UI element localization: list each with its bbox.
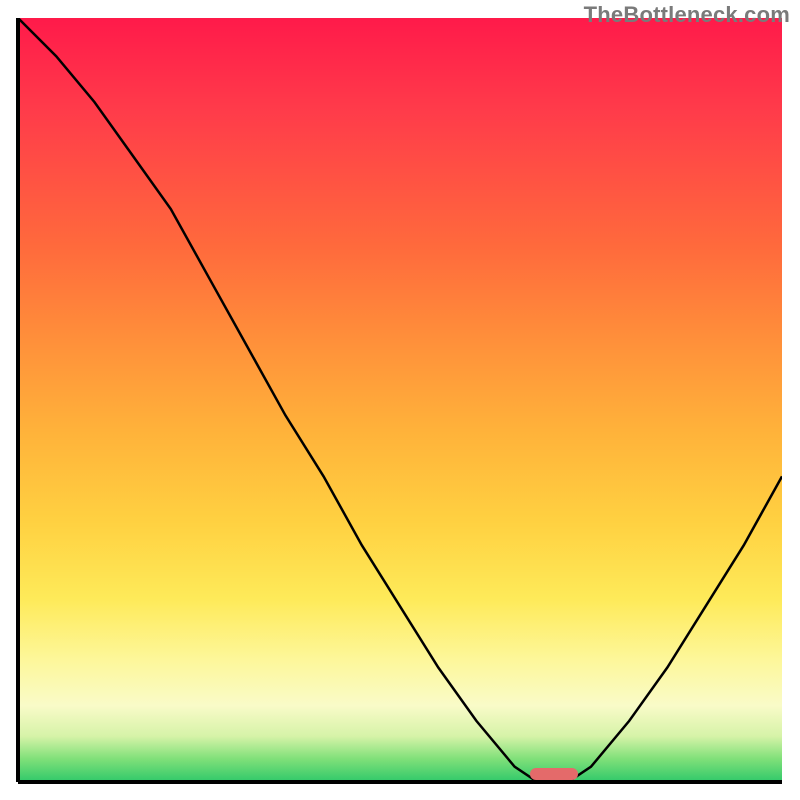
watermark-text: TheBottleneck.com — [584, 2, 790, 28]
optimal-marker — [530, 768, 578, 780]
gradient-background — [18, 18, 782, 782]
chart-stage: TheBottleneck.com — [0, 0, 800, 800]
